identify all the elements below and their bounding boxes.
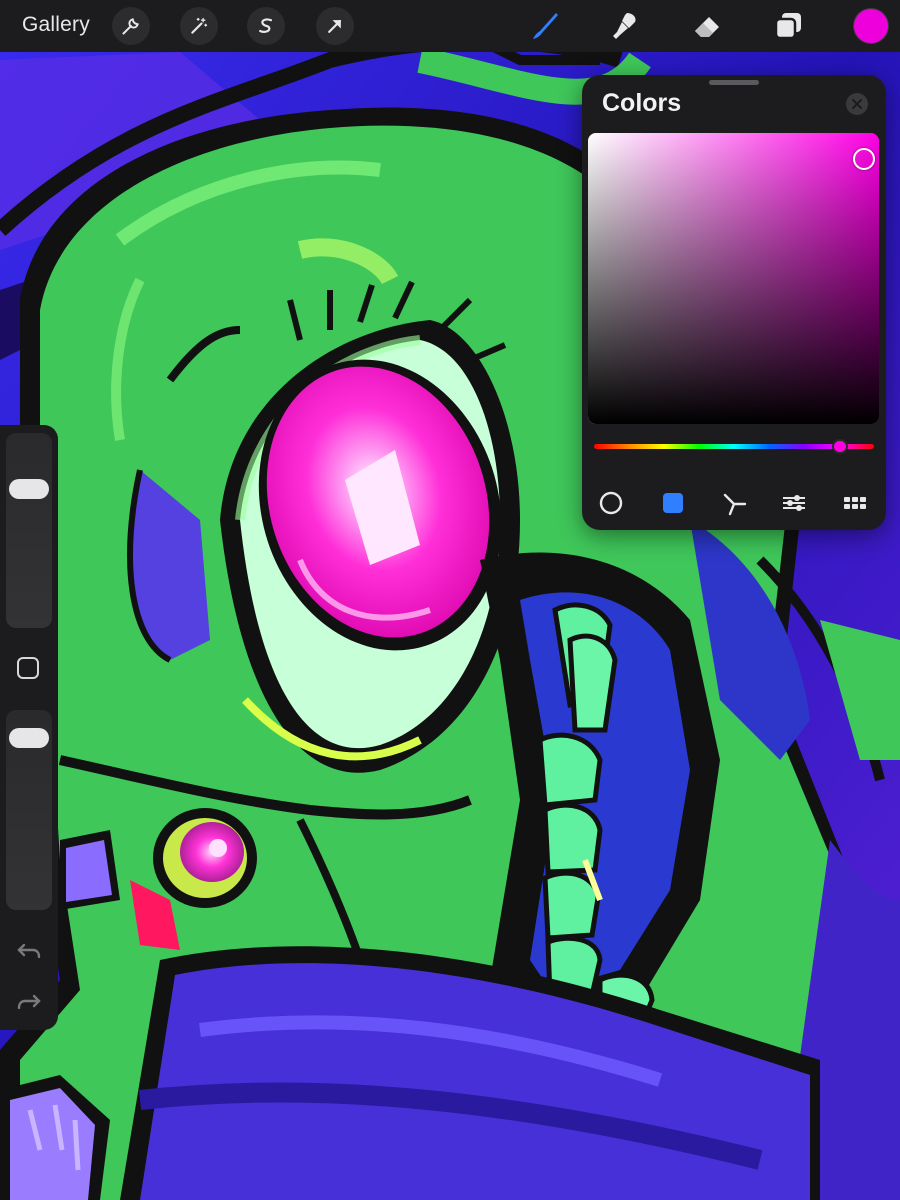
disc-mode-icon[interactable] xyxy=(596,488,626,518)
gallery-button[interactable]: Gallery xyxy=(22,13,90,37)
brush-opacity-slider[interactable] xyxy=(6,710,52,910)
classic-mode-icon[interactable] xyxy=(658,488,688,518)
modify-square-icon[interactable] xyxy=(17,657,39,679)
brush-size-slider[interactable] xyxy=(6,433,52,628)
close-icon[interactable] xyxy=(846,93,868,115)
smudge-icon[interactable] xyxy=(604,6,644,46)
actions-wrench-icon[interactable] xyxy=(112,7,150,45)
panel-grab-handle[interactable] xyxy=(709,80,759,85)
adjustments-magic-wand-icon[interactable] xyxy=(180,7,218,45)
eraser-icon[interactable] xyxy=(688,6,728,46)
hue-slider[interactable] xyxy=(594,439,874,454)
redo-icon[interactable] xyxy=(16,988,42,1014)
brush-size-thumb[interactable] xyxy=(9,478,49,499)
selection-s-icon[interactable] xyxy=(247,7,285,45)
value-mode-icon[interactable] xyxy=(779,488,809,518)
brush-opacity-thumb[interactable] xyxy=(9,727,49,748)
layers-icon[interactable] xyxy=(768,6,808,46)
palettes-mode-icon[interactable] xyxy=(840,488,870,518)
undo-icon[interactable] xyxy=(16,937,42,963)
saturation-brightness-square[interactable] xyxy=(588,133,879,424)
current-color-swatch[interactable] xyxy=(854,9,888,43)
hue-slider-thumb[interactable] xyxy=(832,439,849,454)
transform-arrow-icon[interactable] xyxy=(316,7,354,45)
left-sidebar xyxy=(0,425,58,1030)
nostril xyxy=(153,808,257,908)
harmony-mode-icon[interactable] xyxy=(719,488,749,518)
top-toolbar: Gallery xyxy=(0,0,900,52)
brush-icon[interactable] xyxy=(524,6,564,46)
panel-title: Colors xyxy=(602,89,682,117)
colors-panel: Colors xyxy=(582,75,886,530)
